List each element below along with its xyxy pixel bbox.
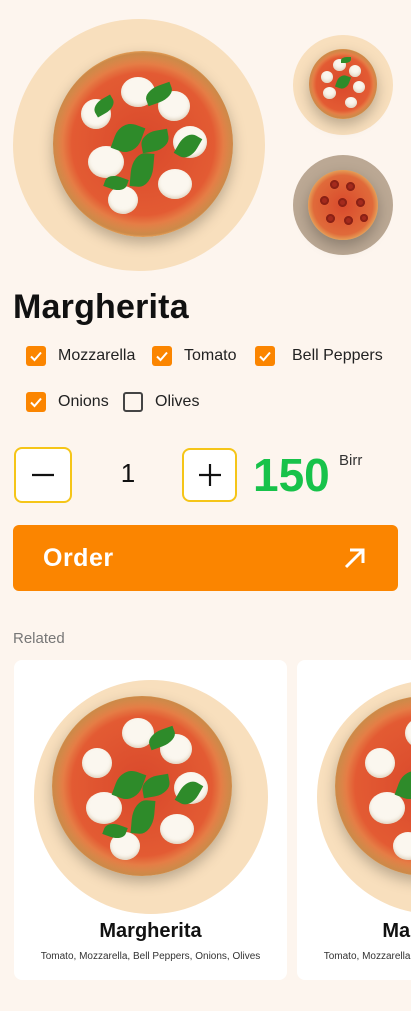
arrow-up-right-icon xyxy=(344,548,365,569)
minus-icon xyxy=(32,473,54,477)
hero-plate xyxy=(13,19,265,271)
check-icon xyxy=(30,351,42,362)
related-card[interactable]: Margherita Tomato, Mozzarella, Bell Pepp… xyxy=(297,660,411,980)
related-card[interactable]: Margherita Tomato, Mozzarella, Bell Pepp… xyxy=(14,660,287,980)
check-icon xyxy=(156,351,168,362)
product-title: Margherita xyxy=(13,288,189,326)
card-plate xyxy=(317,680,411,914)
check-icon xyxy=(30,397,42,408)
quantity-value: 1 xyxy=(120,458,136,488)
card-pizza-image xyxy=(335,696,411,876)
topping-label: Olives xyxy=(155,393,200,410)
topping-mozzarella[interactable]: Mozzarella xyxy=(26,346,135,366)
increment-button[interactable] xyxy=(182,448,237,502)
topping-onions[interactable]: Onions xyxy=(26,392,109,412)
card-plate xyxy=(34,680,268,914)
product-page: Margherita Mozzarella Tomato Bell Pepper… xyxy=(0,0,411,1011)
topping-label: Onions xyxy=(58,393,109,410)
checkbox-checked[interactable] xyxy=(255,346,275,366)
thumbnail-pizza-image xyxy=(308,170,378,240)
checkbox-checked[interactable] xyxy=(26,392,46,412)
price-currency: Birr xyxy=(339,452,363,469)
card-description: Tomato, Mozzarella, Bell Peppers, Onions… xyxy=(40,951,261,962)
thumbnail-margherita[interactable] xyxy=(293,35,393,135)
order-button-label: Order xyxy=(43,543,114,572)
card-title: Margherita xyxy=(99,920,202,942)
card-pizza-image xyxy=(52,696,232,876)
hero-pizza-image xyxy=(53,51,233,237)
check-icon xyxy=(259,351,271,362)
checkbox-checked[interactable] xyxy=(152,346,172,366)
topping-bell-peppers[interactable]: Bell Peppers xyxy=(255,346,383,366)
card-title: Margherita xyxy=(382,920,411,942)
order-button[interactable]: Order xyxy=(13,525,398,591)
topping-tomato[interactable]: Tomato xyxy=(152,346,236,366)
topping-label: Bell Peppers xyxy=(292,347,383,364)
thumbnail-pepperoni[interactable] xyxy=(293,155,393,255)
related-heading: Related xyxy=(13,630,65,647)
price-value: 150 xyxy=(253,449,330,501)
decrement-button[interactable] xyxy=(14,447,72,503)
thumbnail-pizza-image xyxy=(309,49,377,119)
card-description: Tomato, Mozzarella, Bell Peppers, Onions… xyxy=(323,951,411,962)
plus-icon xyxy=(198,464,221,486)
topping-label: Tomato xyxy=(184,347,237,364)
checkbox-checked[interactable] xyxy=(26,346,46,366)
topping-label: Mozzarella xyxy=(58,347,136,364)
checkbox-unchecked[interactable] xyxy=(123,392,143,412)
topping-olives[interactable]: Olives xyxy=(123,392,199,412)
